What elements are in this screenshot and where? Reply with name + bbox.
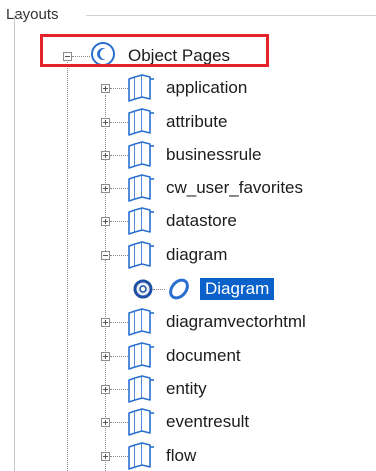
folder-icon [128, 174, 154, 202]
tree-label[interactable]: businessrule [166, 144, 261, 166]
collapse-toggle[interactable] [63, 52, 72, 61]
tree-label-selected[interactable]: Diagram [200, 278, 275, 300]
folder-icon [128, 342, 154, 370]
layouts-panel: Layouts Object Pages application attribut… [0, 0, 376, 471]
tree-label-object-pages[interactable]: Object Pages [128, 45, 230, 67]
expand-toggle[interactable] [101, 318, 110, 327]
folder-icon [128, 308, 154, 336]
tree-connector [72, 56, 90, 57]
tree-label[interactable]: diagram [166, 244, 227, 266]
panel-frame-left [14, 15, 15, 471]
tree-label[interactable]: document [166, 345, 241, 367]
folder-icon [128, 108, 154, 136]
expand-toggle[interactable] [101, 118, 110, 127]
gear-icon [133, 279, 153, 299]
tree-label[interactable]: flow [166, 445, 196, 467]
tree-label[interactable]: application [166, 77, 247, 99]
folder-icon [128, 207, 154, 235]
folder-icon [128, 442, 154, 470]
panel-frame-corner [14, 15, 24, 16]
tree-label[interactable]: entity [166, 378, 207, 400]
tree-label[interactable]: diagramvectorhtml [166, 311, 306, 333]
expand-toggle[interactable] [101, 84, 110, 93]
collapse-toggle[interactable] [101, 251, 110, 260]
tree-label[interactable]: datastore [166, 210, 237, 232]
expand-toggle[interactable] [101, 184, 110, 193]
tree-label[interactable]: eventresult [166, 411, 249, 433]
diagram-icon [169, 278, 189, 300]
expand-toggle[interactable] [101, 151, 110, 160]
expand-toggle[interactable] [101, 352, 110, 361]
tree-connector [153, 289, 165, 290]
folder-icon [128, 241, 154, 269]
folder-icon [128, 375, 154, 403]
expand-toggle[interactable] [101, 418, 110, 427]
object-pages-icon [91, 42, 115, 66]
expand-toggle[interactable] [101, 217, 110, 226]
tree-label[interactable]: cw_user_favorites [166, 177, 303, 199]
expand-toggle[interactable] [101, 452, 110, 461]
folder-icon [128, 74, 154, 102]
folder-icon [128, 141, 154, 169]
tree-connector [67, 56, 68, 471]
expand-toggle[interactable] [101, 385, 110, 394]
panel-frame-top [86, 15, 376, 16]
tree-label[interactable]: attribute [166, 111, 227, 133]
folder-icon [128, 408, 154, 436]
